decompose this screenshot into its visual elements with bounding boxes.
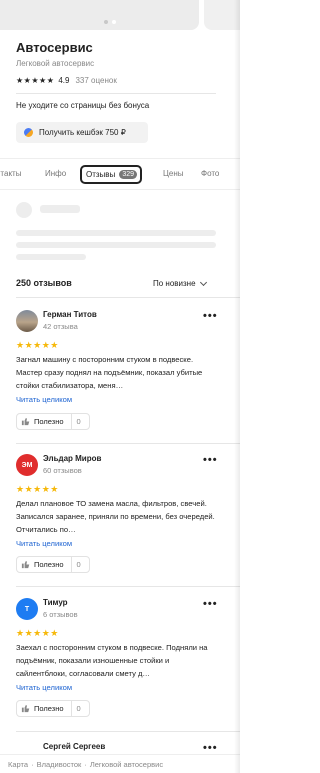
rating-row[interactable]: ★★★★★ 4.9 337 оценок — [16, 76, 117, 85]
useful-label: Полезно — [34, 560, 64, 569]
carousel-dot — [104, 20, 108, 24]
avatar[interactable] — [16, 310, 38, 332]
tab-reviews-label: Отзывы — [86, 170, 116, 179]
carousel-dots — [104, 20, 116, 24]
avatar[interactable]: Т — [16, 598, 38, 620]
bonus-text: Не уходите со страницы без бонуса — [16, 101, 150, 110]
useful-count: 0 — [70, 414, 81, 429]
review-card: ЭМ Эльдар Миров 60 отзывов ••• ★★★★★ Дел… — [16, 454, 240, 574]
cashback-icon — [24, 128, 33, 137]
panel-edge-shadow — [234, 0, 240, 773]
read-more-link[interactable]: Читать целиком — [16, 683, 72, 692]
review-text: Заехал с посторонним стуком в подвеске. … — [16, 643, 208, 678]
review-stars: ★★★★★ — [16, 628, 59, 638]
useful-button[interactable]: Полезно 0 — [16, 700, 90, 717]
useful-count: 0 — [70, 557, 81, 572]
tab-contacts[interactable]: нтакты — [0, 169, 21, 178]
more-options-icon[interactable]: ••• — [203, 742, 218, 754]
tab-reviews-count-badge: 329 — [119, 170, 137, 179]
carousel-dot-active — [112, 20, 116, 24]
review-author-count: 42 отзыва — [43, 322, 78, 331]
skeleton-line — [16, 254, 86, 260]
divider — [16, 731, 240, 732]
review-author-count: 6 отзывов — [43, 610, 78, 619]
useful-button[interactable]: Полезно 0 — [16, 556, 90, 573]
org-title: Автосервис — [16, 40, 93, 55]
breadcrumb-item[interactable]: Владивосток — [37, 760, 82, 769]
read-more-link[interactable]: Читать целиком — [16, 395, 72, 404]
divider — [16, 297, 240, 298]
more-options-icon[interactable]: ••• — [203, 454, 218, 466]
review-stars: ★★★★★ — [16, 340, 59, 350]
review-card: Т Тимур 6 отзывов ••• ★★★★★ Заехал с пос… — [16, 598, 240, 718]
thumbs-up-icon — [21, 560, 30, 569]
rating-value: 4.9 — [58, 76, 70, 85]
review-author[interactable]: Сергей Сергеев — [43, 742, 105, 751]
divider — [16, 93, 216, 94]
review-author[interactable]: Тимур — [43, 598, 68, 607]
breadcrumb-item[interactable]: Легковой автосервис — [90, 760, 163, 769]
review-author[interactable]: Эльдар Миров — [43, 454, 101, 463]
review-text: Загнал машину с посторонним стуком в под… — [16, 355, 203, 390]
tab-prices[interactable]: Цены — [163, 169, 184, 178]
cashback-button[interactable]: Получить кешбэк 750 ₽ — [16, 122, 148, 143]
review-author-count: 60 отзывов — [43, 466, 82, 475]
tabs-bar: нтакты Инфо Отзывы 329 Цены Фото — [0, 158, 240, 190]
sort-dropdown[interactable]: По новизне — [153, 278, 207, 288]
breadcrumb-item[interactable]: Карта — [8, 760, 28, 769]
photo-carousel[interactable] — [0, 0, 240, 30]
useful-button[interactable]: Полезно 0 — [16, 413, 90, 430]
tab-reviews[interactable]: Отзывы 329 — [80, 165, 142, 184]
rating-count[interactable]: 337 оценок — [75, 76, 116, 85]
review-card: Сергей Сергеев ••• — [16, 742, 240, 754]
org-category: Легковой автосервис — [16, 59, 95, 68]
useful-label: Полезно — [34, 704, 64, 713]
review-stars: ★★★★★ — [16, 484, 59, 494]
useful-label: Полезно — [34, 417, 64, 426]
skeleton-circle — [16, 202, 32, 218]
more-options-icon[interactable]: ••• — [203, 310, 218, 322]
sort-label: По новизне — [153, 279, 196, 288]
review-card: Герман Титов 42 отзыва ••• ★★★★★ Загнал … — [16, 310, 240, 430]
breadcrumb: Карта · Владивосток · Легковой автосерви… — [0, 754, 240, 773]
chevron-down-icon — [199, 278, 207, 286]
skeleton-line — [40, 205, 80, 213]
breadcrumb-separator: · — [84, 759, 87, 769]
photo-main[interactable] — [0, 0, 199, 30]
cashback-label: Получить кешбэк 750 ₽ — [39, 128, 126, 137]
read-more-link[interactable]: Читать целиком — [16, 539, 72, 548]
divider — [16, 443, 240, 444]
more-options-icon[interactable]: ••• — [203, 598, 218, 610]
avatar[interactable]: ЭМ — [16, 454, 38, 476]
tab-info[interactable]: Инфо — [45, 169, 66, 178]
thumbs-up-icon — [21, 417, 30, 426]
breadcrumb-separator: · — [31, 759, 34, 769]
review-text: Делал плановое ТО замена масла, фильтров… — [16, 499, 215, 534]
reviews-count-heading: 250 отзывов — [16, 278, 72, 288]
skeleton-line — [16, 242, 216, 248]
divider — [16, 586, 240, 587]
skeleton-line — [16, 230, 216, 236]
tab-photo[interactable]: Фото — [201, 169, 219, 178]
rating-stars: ★★★★★ — [16, 76, 55, 85]
useful-count: 0 — [70, 701, 81, 716]
thumbs-up-icon — [21, 704, 30, 713]
review-author[interactable]: Герман Титов — [43, 310, 97, 319]
